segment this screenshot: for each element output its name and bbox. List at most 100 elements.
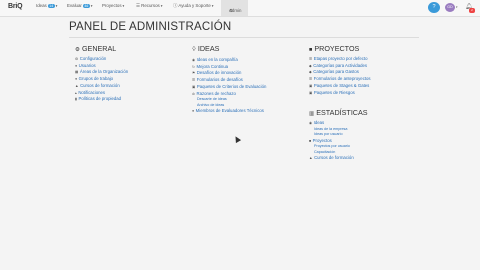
link-usuarios-label: Usuarios <box>78 62 96 68</box>
nav-proyectos[interactable]: Proyectos▾ <box>102 3 124 8</box>
nav-ideas-badge: 14 <box>47 4 55 8</box>
refresh-icon: ↻ <box>192 64 196 69</box>
link-politicas[interactable]: ▮ Políticas de propiedad <box>75 96 128 103</box>
nav-admin-label: Admin <box>229 8 242 13</box>
link-notificaciones-label: Notificaciones <box>78 89 106 95</box>
chevron-down-icon: ▾ <box>211 4 214 8</box>
section-proyectos: ■ PROYECTOS ☰ Etapas proyecto por defecto … <box>309 44 371 96</box>
link-configuracion[interactable]: ⚙ Configuración <box>75 56 128 63</box>
ban-icon: ⊘ <box>192 91 196 96</box>
link-configuracion-label: Configuración <box>79 56 107 61</box>
tag-icon: ◆ <box>309 63 312 68</box>
link-rechazo[interactable]: ⊘ Razones de rechazo <box>192 91 266 98</box>
section-estadisticas-title: ESTADÍSTICAS <box>316 108 368 117</box>
link-grupos-label: Grupos de trabajo <box>78 76 114 82</box>
nav-ideas-label: Ideas <box>36 3 47 8</box>
tag-icon: ◆ <box>309 70 312 75</box>
link-desafios[interactable]: ⚑ Desafíos de innovación <box>192 70 266 77</box>
briefcase-icon: ■ <box>309 47 313 53</box>
link-stages-gates[interactable]: ▣ Paquetes de Stages & Gates <box>309 83 371 90</box>
section-general-title: GENERAL <box>81 44 117 53</box>
nav-ayuda-label: Ayuda y Soporte <box>178 3 211 8</box>
link-cat-actividades[interactable]: ◆ Categorías para Actividades <box>309 63 371 70</box>
chevron-down-icon: ▾ <box>160 4 163 8</box>
link-areas-label: Áreas de la Organización <box>79 69 129 75</box>
package-icon: ▣ <box>309 83 313 88</box>
flag-icon: ⚑ <box>192 71 196 76</box>
nav-admin[interactable]: ⚙ Admin <box>221 0 248 16</box>
link-riesgos-label: Paquetes de Riesgos <box>313 89 355 95</box>
bar-chart-icon: ▥ <box>309 111 315 117</box>
link-stats-cursos-label: Cursos de formación <box>314 155 354 161</box>
list-icon: ☰ <box>192 78 196 83</box>
briefcase-icon: ■ <box>309 138 312 143</box>
section-ideas-heading: 💡︎ IDEAS <box>192 44 266 54</box>
user-icon: ● <box>75 63 78 68</box>
file-icon: ▮ <box>75 97 77 102</box>
list-icon: ☰ <box>309 77 313 82</box>
help-button[interactable]: ? <box>428 2 440 13</box>
section-ideas-title: IDEAS <box>197 44 220 53</box>
list-icon: ☰ <box>136 3 140 8</box>
section-ideas: 💡︎ IDEAS ◉ Ideas en la compañía ↻ Mejora Co… <box>192 44 266 115</box>
graduation-cap-icon: ▲ <box>75 83 79 88</box>
package-icon: ▣ <box>309 90 313 95</box>
link-cursos[interactable]: ▲ Cursos de formación <box>75 83 128 90</box>
link-stats-ideas[interactable]: ◉ Ideas <box>309 120 368 127</box>
gear-icon: ⚙ <box>75 47 80 53</box>
mouse-cursor-icon <box>232 134 242 144</box>
package-icon: ▣ <box>192 84 196 89</box>
link-criterios[interactable]: ▣ Paquetes de Criterios de Evaluación <box>192 84 266 91</box>
page-title: PANEL DE ADMINISTRACIÓN <box>69 21 232 33</box>
link-stats-ideas-label: Ideas <box>313 120 325 125</box>
chevron-down-icon[interactable]: ▾ <box>456 5 458 9</box>
link-cat-gastos-label: Categorías para Gastos <box>313 69 359 75</box>
sitemap-icon: ▦ <box>75 70 79 75</box>
section-proyectos-title: PROYECTOS <box>314 44 360 53</box>
link-areas[interactable]: ▦ Áreas de la Organización <box>75 69 128 76</box>
link-formularios-anteproyectos-label: Formularios de anteproyectos <box>313 76 371 82</box>
link-stats-proyectos[interactable]: ■ Proyectos <box>309 138 368 145</box>
nav-evaluar-label: Evaluar <box>67 3 82 8</box>
link-rechazo-label: Razones de rechazo <box>196 90 236 96</box>
link-stats-cursos[interactable]: ▲ Cursos de formación <box>309 155 368 162</box>
chevron-down-icon: ▾ <box>122 4 125 8</box>
section-general: ⚙ GENERAL ⚙ Configuración ● Usuarios ▦ Áreas… <box>75 44 128 103</box>
link-formularios-desafios-label: Formularios de desafíos <box>196 77 243 83</box>
section-estadisticas: ▥ ESTADÍSTICAS ◉ Ideas Ideas de la empresa… <box>309 108 368 162</box>
top-navbar: BriQ Ideas 14 ▾ Evaluar 46 ▾ Proyectos▾ ☰ Re… <box>0 0 480 17</box>
nav-ayuda[interactable]: ⓘ Ayuda y Soporte▾ <box>173 3 214 9</box>
link-stats-proyectos-label: Proyectos <box>312 137 332 143</box>
link-evaluadores[interactable]: ● Miembros de Evaluadores Técnicos <box>192 108 266 115</box>
link-grupos[interactable]: ● Grupos de trabajo <box>75 76 128 83</box>
lightbulb-icon: 💡︎ <box>192 47 196 53</box>
link-ideas-compania[interactable]: ◉ Ideas en la compañía <box>192 57 266 64</box>
graduation-cap-icon: ▲ <box>309 156 313 161</box>
link-politicas-label: Políticas de propiedad <box>78 96 122 102</box>
chevron-down-icon: ▾ <box>90 4 93 8</box>
section-general-heading: ⚙ GENERAL <box>75 44 128 53</box>
link-mejora-continua-label: Mejora Continua <box>196 63 229 69</box>
link-etapas[interactable]: ☰ Etapas proyecto por defecto <box>309 56 371 63</box>
user-avatar[interactable]: GD <box>445 3 455 12</box>
link-formularios-desafios[interactable]: ☰ Formularios de desafíos <box>192 77 266 84</box>
link-cat-gastos[interactable]: ◆ Categorías para Gastos <box>309 69 371 76</box>
nav-recursos[interactable]: ☰ Recursos▾ <box>136 3 162 9</box>
link-usuarios[interactable]: ● Usuarios <box>75 63 128 70</box>
section-proyectos-heading: ■ PROYECTOS <box>309 44 371 53</box>
chevron-down-icon: ▾ <box>55 4 58 8</box>
link-notificaciones[interactable]: ▴ Notificaciones <box>75 90 128 97</box>
list-icon: ☰ <box>309 57 313 61</box>
link-riesgos[interactable]: ▣ Paquetes de Riesgos <box>309 90 371 97</box>
nav-proyectos-label: Proyectos <box>102 3 122 8</box>
brand-logo[interactable]: BriQ <box>8 3 23 10</box>
title-divider <box>69 37 419 38</box>
link-evaluadores-label: Miembros de Evaluadores Técnicos <box>195 108 264 114</box>
link-cursos-label: Cursos de formación <box>80 82 120 88</box>
nav-ideas[interactable]: Ideas 14 ▾ <box>36 3 57 8</box>
lightbulb-icon: ◉ <box>192 58 196 62</box>
link-formularios-anteproyectos[interactable]: ☰ Formularios de anteproyectos <box>309 76 371 83</box>
nav-evaluar-badge: 46 <box>82 4 90 8</box>
link-mejora-continua[interactable]: ↻ Mejora Continua <box>192 64 266 71</box>
nav-evaluar[interactable]: Evaluar 46 ▾ <box>67 3 93 8</box>
